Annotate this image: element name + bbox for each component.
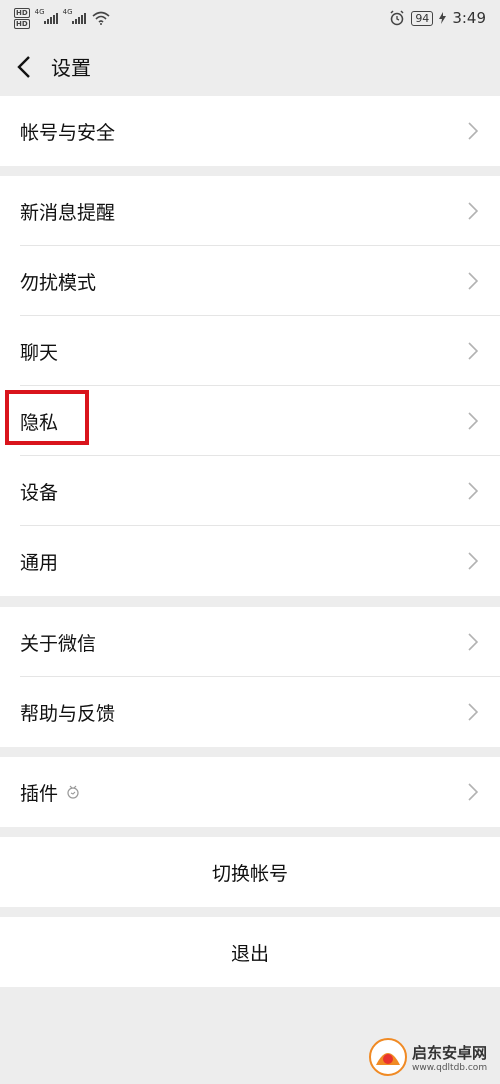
watermark-name: 启东安卓网 — [412, 1043, 488, 1062]
chevron-right-icon — [468, 122, 478, 140]
chevron-right-icon — [468, 633, 478, 651]
chevron-right-icon — [468, 783, 478, 801]
settings-item-general[interactable]: 通用 — [0, 526, 500, 596]
group-plugins: 插件 — [0, 757, 500, 827]
settings-item-label: 通用 — [20, 551, 59, 574]
page-title: 设置 — [51, 56, 91, 80]
chevron-right-icon — [468, 272, 478, 290]
watermark-url: www.qdltdb.com — [412, 1062, 488, 1073]
switch-account-label: 切换帐号 — [211, 862, 288, 885]
logout-button[interactable]: 退出 — [0, 917, 500, 987]
settings-item-about-wechat[interactable]: 关于微信 — [0, 607, 500, 677]
settings-item-device[interactable]: 设备 — [0, 456, 500, 526]
watermark: 启东安卓网 www.qdltdb.com — [368, 1030, 500, 1084]
settings-item-plugins[interactable]: 插件 — [0, 757, 500, 827]
settings-item-notifications[interactable]: 新消息提醒 — [0, 176, 500, 246]
battery-level: 94 — [411, 10, 434, 26]
plugin-icon — [67, 785, 79, 799]
status-left: HD HD 4G 4G — [14, 7, 110, 29]
chevron-right-icon — [468, 412, 478, 430]
settings-item-label: 勿扰模式 — [20, 271, 97, 294]
settings-item-account-security[interactable]: 帐号与安全 — [0, 96, 500, 166]
group-about: 关于微信 帮助与反馈 — [0, 607, 500, 747]
watermark-text: 启东安卓网 www.qdltdb.com — [412, 1042, 487, 1073]
chevron-right-icon — [468, 342, 478, 360]
status-right: 94 3:49 — [389, 9, 486, 27]
signal-label-2: 4G — [62, 8, 73, 16]
settings-item-label: 聊天 — [20, 341, 59, 364]
signal-icon-1: 4G — [35, 8, 58, 24]
switch-account-button[interactable]: 切换帐号 — [0, 837, 500, 907]
highlight-box — [5, 390, 89, 445]
chevron-right-icon — [468, 202, 478, 220]
settings-item-label: 帮助与反馈 — [20, 702, 116, 725]
clock-time: 3:49 — [452, 9, 486, 27]
settings-item-help-feedback[interactable]: 帮助与反馈 — [0, 677, 500, 747]
settings-item-do-not-disturb[interactable]: 勿扰模式 — [0, 246, 500, 316]
wifi-icon — [92, 11, 110, 25]
settings-item-label: 帐号与安全 — [20, 121, 116, 144]
settings-item-label: 新消息提醒 — [20, 201, 116, 224]
watermark-logo — [369, 1038, 407, 1076]
charging-icon — [439, 12, 447, 24]
settings-item-label: 关于微信 — [20, 632, 97, 655]
group-account: 帐号与安全 — [0, 96, 500, 166]
chevron-right-icon — [468, 552, 478, 570]
status-bar: HD HD 4G 4G 94 3:49 — [0, 0, 500, 36]
back-arrow-icon[interactable] — [16, 55, 32, 79]
hd-badges: HD HD — [14, 7, 30, 29]
alarm-icon — [390, 10, 404, 26]
hd-badge-1: HD — [14, 7, 30, 18]
chevron-right-icon — [468, 482, 478, 500]
logout-label: 退出 — [230, 942, 269, 965]
hd-badge-2: HD — [14, 18, 30, 29]
settings-item-label: 设备 — [20, 481, 59, 504]
signal-label-1: 4G — [34, 8, 45, 16]
settings-item-label: 插件 — [20, 782, 59, 805]
nav-bar: 设置 — [0, 36, 500, 96]
settings-item-chat[interactable]: 聊天 — [0, 316, 500, 386]
group-general-settings: 新消息提醒 勿扰模式 聊天 隐私 设备 通用 — [0, 176, 500, 596]
chevron-right-icon — [468, 703, 478, 721]
signal-icon-2: 4G — [63, 8, 86, 24]
